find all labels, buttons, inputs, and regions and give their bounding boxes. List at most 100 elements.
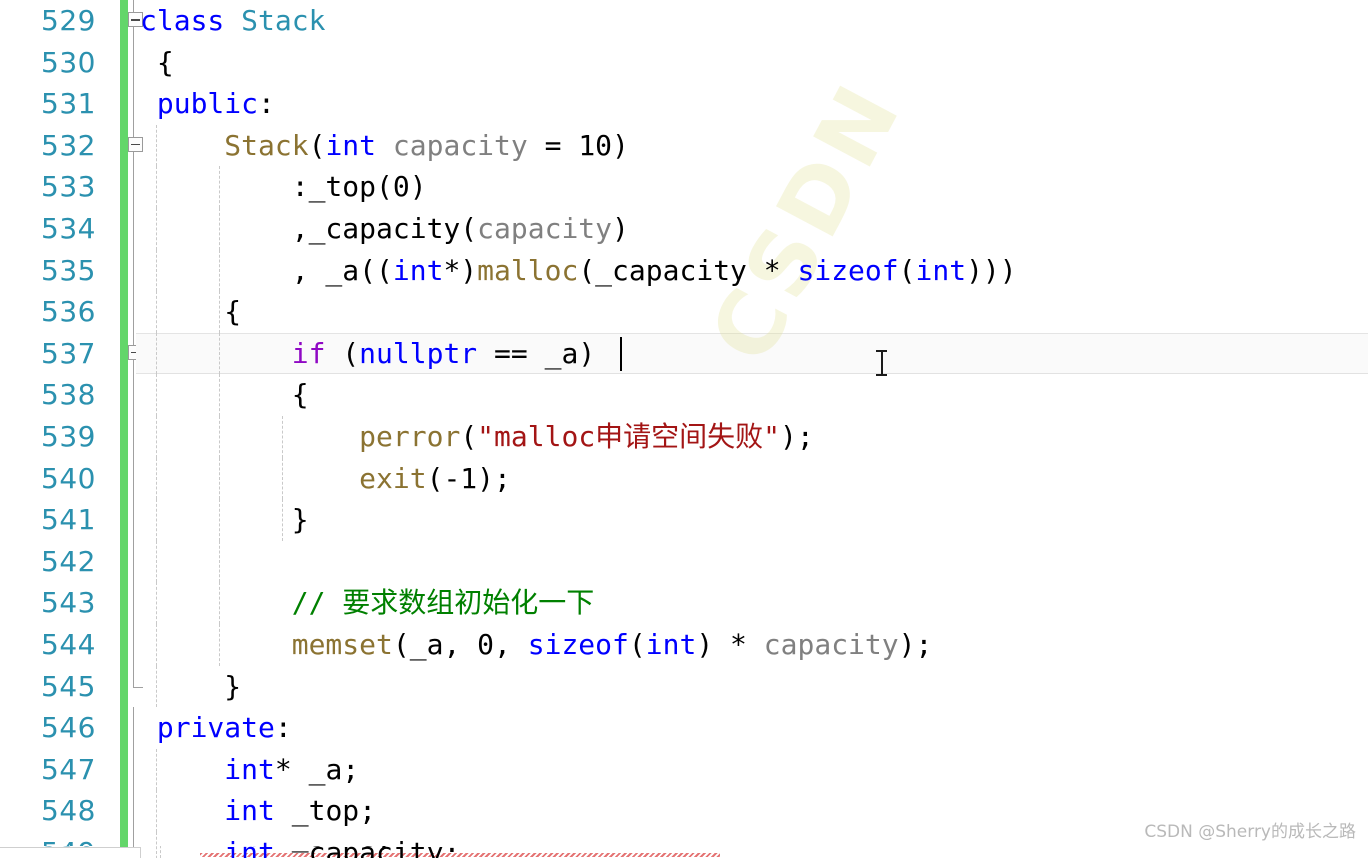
change-bar [120, 665, 128, 708]
code-tokens: { [140, 378, 309, 412]
change-bar [120, 0, 128, 42]
change-bar [120, 332, 128, 375]
line-number: 530 [41, 45, 96, 79]
line-number: 535 [41, 253, 96, 287]
outlining-guide [133, 582, 134, 624]
code-tokens: } [140, 503, 309, 537]
change-bar [120, 415, 128, 458]
code-line-content[interactable]: , _a((int*)malloc(_capacity * sizeof(int… [136, 249, 1368, 292]
code-line-content[interactable]: { [136, 291, 1368, 333]
code-line-content[interactable]: private: [136, 707, 1368, 749]
code-line-content[interactable]: ,_capacity(capacity) [136, 207, 1368, 250]
code-tokens: int _top; [224, 794, 377, 828]
code-line[interactable]: 534 ,_capacity(capacity) [0, 207, 1368, 250]
code-editor[interactable]: CSDN 529 class Stack 530 {531 public: 532 S… [0, 0, 1368, 858]
code-line[interactable]: 540 exit(-1); [0, 457, 1368, 500]
code-line[interactable]: 532 Stack(int capacity = 10) [0, 124, 1368, 167]
code-line[interactable]: 546 private: [0, 707, 1368, 749]
change-bar [120, 457, 128, 500]
code-tokens: perror("malloc申请空间失败"); [359, 419, 814, 453]
outlining-guide [133, 207, 134, 250]
code-line-content[interactable] [136, 540, 1368, 583]
line-number: 545 [41, 669, 96, 703]
code-line-content[interactable]: { [136, 42, 1368, 84]
change-bar [120, 207, 128, 250]
code-line[interactable]: 547 int* _a; [0, 748, 1368, 791]
change-bar [120, 582, 128, 624]
change-bar [120, 249, 128, 292]
change-bar [120, 41, 128, 84]
code-tokens: { [140, 45, 174, 79]
line-number: 544 [41, 627, 96, 661]
code-tokens: class Stack [140, 4, 326, 37]
outlining-guide [133, 623, 134, 666]
line-number: 536 [41, 295, 96, 329]
code-line-list: 529 class Stack 530 {531 public: 532 Stack(… [0, 0, 1368, 858]
outlining-guide [133, 540, 134, 583]
change-bar [120, 124, 128, 167]
code-line-content[interactable]: perror("malloc申请空间失败"); [136, 415, 1368, 458]
code-line[interactable]: 537 if (nullptr == _a) [0, 332, 1368, 375]
code-line[interactable]: 535 , _a((int*)malloc(_capacity * sizeof… [0, 249, 1368, 292]
indent-guide [219, 540, 220, 583]
line-number: 543 [41, 586, 96, 620]
code-line[interactable]: 542 [0, 540, 1368, 583]
code-tokens: } [140, 669, 242, 703]
outlining-guide [133, 457, 134, 500]
code-line-content[interactable]: exit(-1); [136, 457, 1368, 500]
code-line[interactable]: 539 perror("malloc申请空间失败"); [0, 415, 1368, 458]
change-bar [120, 707, 128, 749]
outlining-guide [133, 707, 134, 749]
code-tokens: memset(_a, 0, sizeof(int) * capacity); [291, 627, 933, 661]
code-line[interactable]: 544 memset(_a, 0, sizeof(int) * capacity… [0, 623, 1368, 666]
code-line[interactable]: 536 { [0, 291, 1368, 333]
code-line-content[interactable]: int* _a; [136, 748, 1368, 791]
line-number: 541 [41, 503, 96, 537]
code-line[interactable]: 543 // 要求数组初始化一下 [0, 582, 1368, 624]
code-tokens: { [140, 295, 242, 329]
code-tokens: int _capacity; [224, 835, 461, 858]
line-number: 540 [41, 461, 96, 495]
code-line-content[interactable]: :_top(0) [136, 166, 1368, 208]
code-tokens: exit(-1); [359, 461, 511, 495]
code-line-content[interactable]: } [136, 665, 1368, 708]
line-number: 531 [41, 87, 96, 121]
outlining-guide [133, 249, 134, 292]
code-line[interactable]: 541 } [0, 499, 1368, 541]
code-line-content[interactable]: Stack(int capacity = 10) [136, 124, 1368, 167]
code-line-content[interactable]: if (nullptr == _a) [136, 332, 1368, 375]
outlining-guide [133, 41, 134, 84]
code-tokens: public: [156, 87, 275, 121]
code-tokens: int* _a; [224, 752, 360, 786]
code-line[interactable]: 530 { [0, 41, 1368, 84]
code-line-content[interactable]: // 要求数组初始化一下 [136, 582, 1368, 624]
code-line-content[interactable]: public: [136, 83, 1368, 125]
line-number: 537 [41, 336, 96, 370]
line-number: 529 [41, 4, 96, 37]
line-number: 548 [41, 794, 96, 828]
panel-edge [0, 847, 141, 858]
code-tokens: :_top(0) [140, 170, 427, 204]
code-line[interactable]: 545 } [0, 665, 1368, 708]
code-line[interactable]: 533 :_top(0) [0, 166, 1368, 208]
code-line-content[interactable]: memset(_a, 0, sizeof(int) * capacity); [136, 623, 1368, 666]
code-line[interactable]: 529 class Stack [0, 0, 1368, 42]
change-bar [120, 166, 128, 208]
code-line[interactable]: 531 public: [0, 83, 1368, 125]
code-line-content[interactable]: class Stack [136, 0, 1368, 42]
outlining-guide [133, 790, 134, 832]
line-number: 546 [41, 711, 96, 745]
outlining-guide [133, 499, 134, 541]
code-tokens: , _a((int*)malloc(_capacity * sizeof(int… [140, 253, 1017, 287]
code-tokens: // 要求数组初始化一下 [291, 586, 595, 620]
change-bar [120, 790, 128, 832]
text-caret [620, 336, 622, 371]
outlining-guide [133, 748, 134, 791]
code-line-content[interactable]: { [136, 374, 1368, 416]
code-line[interactable]: 538 { [0, 374, 1368, 416]
change-bar [120, 499, 128, 541]
code-line-content[interactable]: } [136, 499, 1368, 541]
line-number: 532 [41, 128, 96, 162]
outlining-guide [133, 83, 134, 125]
line-number: 538 [41, 378, 96, 412]
